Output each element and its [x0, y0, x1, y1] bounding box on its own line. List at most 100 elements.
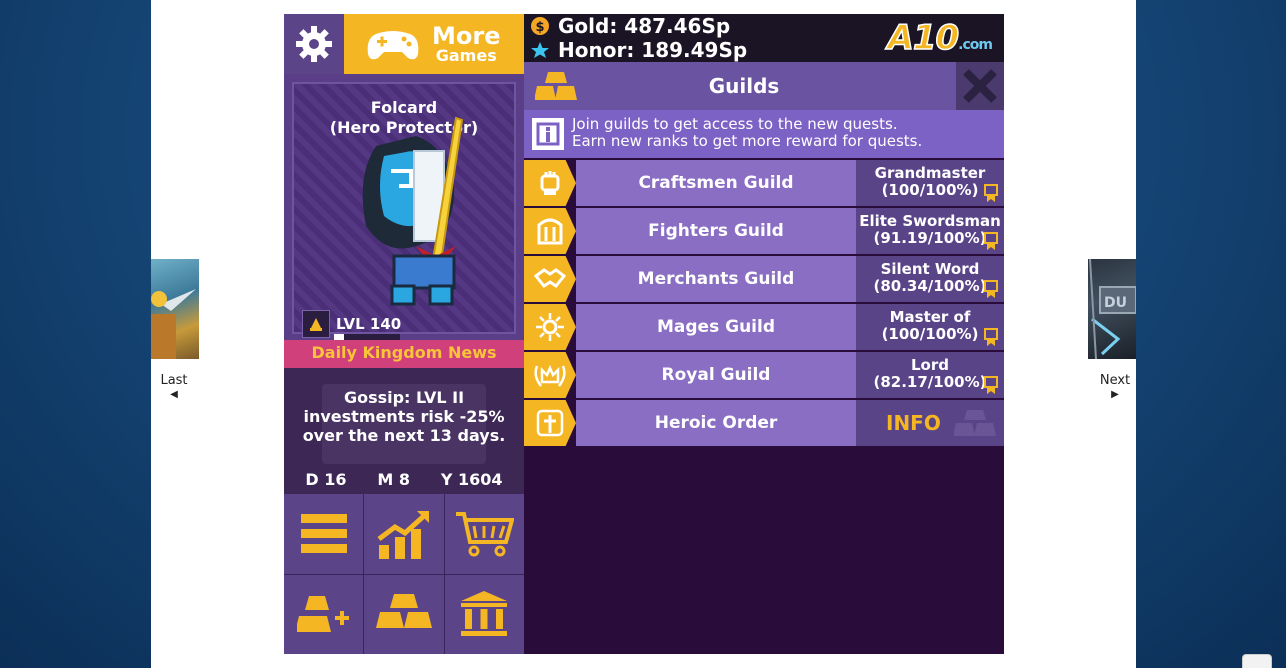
stats-button[interactable] — [364, 494, 444, 574]
next-nav[interactable]: Next ▶ — [1091, 373, 1139, 402]
news-line1: Gossip: LVL II — [343, 388, 465, 407]
crown-laurel-icon — [534, 364, 566, 387]
left-column: More Games Folcard (Hero Protector) LVL … — [284, 14, 524, 654]
guild-row-fighters[interactable]: Fighters Guild Elite Swordsman (91.19/10… — [524, 208, 1004, 254]
right-arrow-icon: ▶ — [1111, 389, 1119, 400]
hero-portrait[interactable]: Folcard (Hero Protector) LVL 140 — [292, 82, 516, 340]
hero-level-text: LVL 140 — [336, 315, 402, 333]
settings-button[interactable] — [284, 14, 344, 74]
fist-icon — [540, 171, 560, 195]
svg-text:$: $ — [535, 20, 544, 35]
craftsmen-fist-icon — [524, 160, 576, 206]
add-gold-button[interactable] — [284, 574, 364, 654]
hero-name: Folcard — [370, 98, 438, 117]
last-nav[interactable]: Last ◀ — [150, 373, 198, 402]
left-arrow-icon: ◀ — [170, 389, 178, 400]
guild-rank-progress: (82.17/100%) — [873, 373, 987, 391]
heroic-order-cross-icon — [524, 400, 576, 446]
menu-button[interactable] — [284, 494, 364, 574]
info-icon — [532, 118, 564, 150]
close-button[interactable] — [956, 62, 1004, 110]
medal-icon — [984, 232, 998, 250]
growth-chart-icon — [377, 510, 429, 559]
sun-eye-icon — [536, 313, 564, 341]
news-title: Daily Kingdom News — [284, 340, 524, 376]
guild-rank: Silent Word (80.34/100%) — [856, 256, 1004, 302]
guild-row-mages[interactable]: Mages Guild Master of (100/100%) — [524, 304, 1004, 350]
guilds-title: Guilds — [708, 74, 780, 98]
a10-logo-suffix: .com — [958, 37, 993, 53]
shop-button[interactable] — [444, 494, 524, 574]
date-month: M 8 — [377, 470, 411, 489]
handshake-icon — [534, 268, 566, 289]
date-day: D 16 — [305, 470, 347, 489]
guild-rank-progress: (100/100%) — [881, 181, 979, 199]
cross-shield-icon — [536, 409, 564, 437]
guild-row-heroic-order[interactable]: Heroic Order INFO — [524, 400, 1004, 446]
guild-rank: Grandmaster (100/100%) — [856, 160, 1004, 206]
guild-rank-progress: (100/100%) — [881, 325, 979, 343]
honor-display: Honor: 189.49Sp — [530, 38, 747, 62]
more-games-button[interactable]: More Games — [344, 14, 524, 74]
guild-row-craftsmen[interactable]: Craftsmen Guild Grandmaster (100/100%) — [524, 160, 1004, 206]
guild-rank-title: Silent Word — [880, 260, 980, 278]
guild-rank: Elite Swordsman (91.19/100%) — [856, 208, 1004, 254]
previous-game-thumbnail[interactable] — [151, 259, 199, 359]
menu-grid — [284, 494, 524, 654]
guild-name: Royal Guild — [576, 352, 856, 398]
guild-rank-progress: (91.19/100%) — [873, 229, 987, 247]
guilds-info-banner: Join guilds to get access to the new que… — [524, 110, 1004, 158]
medal-icon — [984, 376, 998, 394]
bank-icon — [461, 591, 508, 637]
info-button[interactable]: INFO — [856, 400, 1004, 446]
bank-button[interactable] — [444, 574, 524, 654]
a10-logo[interactable]: A10.com — [887, 17, 993, 59]
info-glyph — [536, 122, 560, 146]
corner-button[interactable] — [1242, 654, 1272, 668]
honor-value: Honor: 189.49Sp — [558, 38, 748, 62]
a10-logo-text: A10 — [887, 17, 960, 59]
date-year: Y 1604 — [440, 470, 503, 489]
guild-rank-title: Master of — [889, 308, 971, 326]
hero-panel: Folcard (Hero Protector) LVL 140 — [284, 74, 524, 340]
hamburger-menu-icon — [300, 513, 347, 553]
medal-icon — [984, 328, 998, 346]
close-icon — [963, 69, 997, 103]
next-label: Next — [1099, 373, 1131, 388]
shopping-cart-icon — [456, 511, 515, 557]
guild-rank-title: Grandmaster — [874, 164, 986, 182]
more-games-label: More Games — [432, 24, 500, 64]
honor-star-icon — [531, 42, 549, 58]
guilds-info-text: Join guilds to get access to the new que… — [572, 116, 922, 150]
guild-name: Mages Guild — [576, 304, 856, 350]
royal-crown-icon — [524, 352, 576, 398]
previous-game-art — [151, 289, 196, 359]
gear-icon — [296, 26, 332, 62]
guild-list: Craftsmen Guild Grandmaster (100/100%) F… — [524, 160, 1004, 448]
info-line1: Join guilds to get access to the new que… — [572, 115, 898, 133]
gold-coin-icon: $ — [531, 17, 549, 35]
game-canvas: More Games Folcard (Hero Protector) LVL … — [284, 14, 1004, 654]
guild-rank: Lord (82.17/100%) — [856, 352, 1004, 398]
guilds-menu-button[interactable] — [364, 574, 444, 654]
last-label: Last — [160, 373, 188, 388]
guild-name: Heroic Order — [576, 400, 856, 446]
guild-row-merchants[interactable]: Merchants Guild Silent Word (80.34/100%) — [524, 256, 1004, 302]
guild-rank-progress: (80.34/100%) — [873, 277, 987, 295]
info-line2: Earn new ranks to get more reward for qu… — [572, 132, 923, 150]
more-games-line2: Games — [435, 46, 497, 65]
guild-row-royal[interactable]: Royal Guild Lord (82.17/100%) — [524, 352, 1004, 398]
fighters-helmet-icon — [524, 208, 576, 254]
news-panel: Gossip: LVL II investments risk -25% ove… — [284, 368, 524, 494]
guild-rank: Master of (100/100%) — [856, 304, 1004, 350]
guild-rank-title: Lord — [911, 356, 949, 374]
guild-rank-title: Elite Swordsman — [859, 212, 1001, 230]
info-label: INFO — [886, 411, 941, 435]
news-line3: over the next 13 days. — [302, 426, 506, 445]
medal-icon — [984, 280, 998, 298]
more-games-line1: More — [432, 22, 501, 50]
news-line2: investments risk -25% — [303, 407, 505, 426]
merchants-handshake-icon — [524, 256, 576, 302]
next-game-thumbnail[interactable]: DU — [1088, 259, 1136, 359]
mages-sun-icon — [524, 304, 576, 350]
